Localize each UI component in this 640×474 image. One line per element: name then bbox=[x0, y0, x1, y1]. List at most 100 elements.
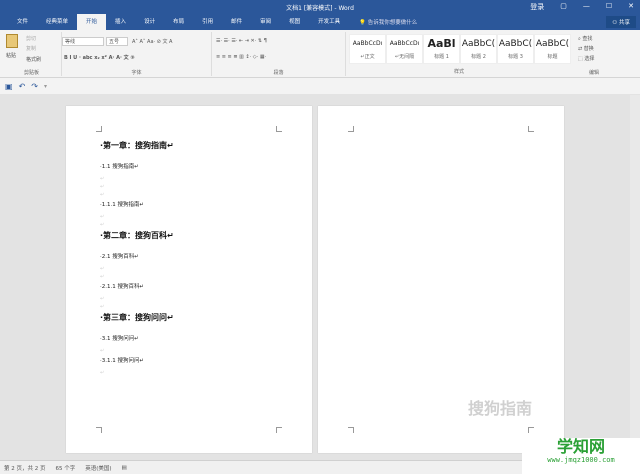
style-preview: AaBbCcDı bbox=[389, 40, 420, 47]
customize-icon[interactable]: ▾ bbox=[44, 83, 47, 90]
clipboard-label: 剪贴板 bbox=[23, 70, 39, 76]
login-link[interactable]: 登录 bbox=[530, 2, 544, 12]
font-name-select[interactable]: 等线 bbox=[62, 37, 104, 46]
title-bar: 文档1 [兼容模式] - Word 登录 ▢ — ☐ ✕ bbox=[0, 0, 640, 14]
empty-paragraph: ↵ bbox=[100, 184, 105, 190]
heading-2: ·3.1.1 搜狗问问↵ bbox=[100, 358, 145, 364]
tab-5[interactable]: 布局 bbox=[164, 14, 193, 30]
empty-paragraph: ↵ bbox=[100, 296, 105, 302]
select-label: 选择 bbox=[584, 56, 595, 62]
tell-me-search[interactable]: 💡 告诉我你想要做什么 bbox=[359, 18, 417, 26]
copy-button[interactable]: 复制 bbox=[26, 45, 36, 52]
font-size-value: 五号 bbox=[109, 39, 120, 45]
tab-9[interactable]: 视图 bbox=[280, 14, 309, 30]
heading-2: ·2.1.1 搜狗百科↵ bbox=[100, 284, 145, 290]
tab-10[interactable]: 开发工具 bbox=[309, 14, 349, 30]
find-label: 查找 bbox=[582, 36, 593, 42]
tab-8[interactable]: 审阅 bbox=[251, 14, 280, 30]
replace-button[interactable]: ⇄ 替换 bbox=[578, 45, 594, 52]
share-button[interactable]: ⚇ 共享 bbox=[606, 16, 636, 28]
find-button[interactable]: ⌕ 查找 bbox=[578, 35, 592, 42]
style-name: 标题 3 bbox=[508, 54, 523, 60]
vertical-scrollbar[interactable] bbox=[630, 95, 640, 460]
empty-paragraph: ↵ bbox=[100, 370, 105, 376]
empty-paragraph: ↵ bbox=[100, 266, 105, 272]
heading-1: ·第三章：搜狗问问↵ bbox=[100, 313, 174, 322]
tab-1[interactable]: 经典菜单 bbox=[37, 14, 77, 30]
style-preview: AaBbC( bbox=[498, 39, 533, 49]
page-1[interactable]: ·第一章：搜狗指南↵ ·1.1 搜狗指南↵ ↵ ↵ ↵ ·1.1.1 搜狗指南↵ ↵ ↵ ·第二… bbox=[66, 106, 312, 453]
document-body[interactable]: ·第一章：搜狗指南↵ ·1.1 搜狗指南↵ ↵ ↵ ↵ ·1.1.1 搜狗指南↵ ↵ ↵ ·第二… bbox=[100, 140, 282, 378]
heading-2: ·1.1 搜狗指南↵ bbox=[100, 164, 139, 170]
macro-icon[interactable]: ▤ bbox=[122, 465, 127, 471]
tab-7[interactable]: 邮件 bbox=[222, 14, 251, 30]
style-name: ↵无间隔 bbox=[394, 54, 415, 60]
style-item[interactable]: AaBbC(标题 bbox=[534, 34, 571, 64]
paragraph-row1[interactable]: ☰· ☰· ☰· ⇤ ⇥ ✕· ⇅ ¶ bbox=[216, 38, 267, 44]
share-label: 共享 bbox=[618, 20, 630, 26]
ribbon-tabs: 文件 经典菜单 开始 插入 设计 布局 引用 邮件 审阅 视图 开发工具 💡 告诉我你想要做什么 ⚇ … bbox=[0, 14, 640, 30]
font-name-value: 等线 bbox=[65, 39, 76, 45]
cut-button[interactable]: 剪切 bbox=[26, 35, 36, 42]
paragraph-row2[interactable]: ≡ ≡ ≡ ≣ ▥ ↕· ◇· ▦· bbox=[216, 54, 266, 60]
style-name: ↵正文 bbox=[360, 54, 375, 60]
page-count[interactable]: 第 2 页，共 2 页 bbox=[4, 464, 46, 472]
person-icon: ⚇ bbox=[612, 20, 619, 26]
ribbon-display-button[interactable]: ▢ bbox=[560, 2, 567, 12]
font-label: 字体 bbox=[131, 70, 142, 76]
tab-6[interactable]: 引用 bbox=[193, 14, 222, 30]
site-logo: 学知网 www.jmqz1000.com bbox=[522, 438, 640, 474]
style-name: 标题 2 bbox=[471, 54, 486, 60]
minimize-button[interactable]: — bbox=[583, 2, 590, 12]
site-logo-url: www.jmqz1000.com bbox=[547, 456, 615, 464]
style-item[interactable]: AaBl 标题 1 bbox=[423, 34, 460, 64]
style-item[interactable]: AaBbC( 标题 2 bbox=[460, 34, 497, 64]
heading-1: ·第一章：搜狗指南↵ bbox=[100, 141, 174, 150]
style-name: 标题 1 bbox=[434, 54, 449, 60]
paragraph-label: 段落 bbox=[273, 70, 284, 76]
paste-button[interactable]: 粘贴 bbox=[6, 52, 16, 59]
font-format-row[interactable]: B I U · abc x₂ x² A· A· 文 ⑨ bbox=[64, 54, 135, 61]
heading-1: ·第二章：搜狗百科↵ bbox=[100, 231, 174, 240]
paragraph-group: ☰· ☰· ☰· ⇤ ⇥ ✕· ⇅ ¶ ≡ ≡ ≡ ≣ ▥ ↕· ◇· ▦· 段… bbox=[212, 32, 346, 76]
word-count[interactable]: 65 个字 bbox=[56, 464, 76, 472]
styles-label: 样式 bbox=[453, 69, 464, 75]
tab-0[interactable]: 文件 bbox=[8, 14, 37, 30]
replace-label: 替换 bbox=[583, 46, 594, 52]
tab-3[interactable]: 插入 bbox=[106, 14, 135, 30]
clipboard-group: 粘贴 剪切 复制 格式刷 剪贴板 bbox=[2, 32, 62, 76]
tab-4[interactable]: 设计 bbox=[135, 14, 164, 30]
style-preview: AaBbCcDı bbox=[352, 40, 383, 47]
font-size-select[interactable]: 五号 bbox=[106, 37, 128, 46]
watermark: 搜狗指南 bbox=[468, 399, 533, 418]
heading-2: ·2.1 搜狗百科↵ bbox=[100, 254, 139, 260]
language[interactable]: 英语(美国) bbox=[85, 464, 111, 472]
empty-paragraph: ↵ bbox=[100, 222, 105, 228]
save-icon[interactable]: ▣ bbox=[5, 82, 13, 91]
maximize-button[interactable]: ☐ bbox=[606, 2, 612, 12]
empty-paragraph: ↵ bbox=[100, 176, 105, 182]
empty-paragraph: ↵ bbox=[100, 274, 105, 280]
style-item[interactable]: AaBbC( 标题 3 bbox=[497, 34, 534, 64]
font-tools-row[interactable]: A˄ A˅ Aa· ⊘ 文 A bbox=[132, 38, 172, 45]
style-name: 标题 bbox=[547, 54, 558, 60]
empty-paragraph: ↵ bbox=[100, 348, 105, 354]
font-group: 等线 五号 A˄ A˅ Aa· ⊘ 文 A B I U · abc x₂ x² … bbox=[62, 32, 212, 76]
heading-2: ·3.1 搜狗问问↵ bbox=[100, 336, 139, 342]
empty-paragraph: ↵ bbox=[100, 214, 105, 220]
tell-me-text: 告诉我你想要做什么 bbox=[367, 20, 418, 26]
close-button[interactable]: ✕ bbox=[628, 2, 634, 12]
format-painter-button[interactable]: 格式刷 bbox=[26, 56, 41, 63]
undo-icon[interactable]: ↶ bbox=[19, 82, 26, 91]
quick-access-toolbar: ▣ ↶ ↷ ▾ bbox=[0, 78, 640, 94]
style-item[interactable]: AaBbCcDı ↵无间隔 bbox=[386, 34, 423, 64]
site-logo-name: 学知网 bbox=[556, 437, 605, 456]
style-preview: AaBbC( bbox=[461, 39, 496, 49]
editing-group: ⌕ 查找 ⇄ 替换 ⬚ 选择 编辑 bbox=[574, 32, 614, 76]
tab-2[interactable]: 开始 bbox=[77, 14, 107, 30]
style-item[interactable]: AaBbCcDı ↵正文 bbox=[349, 34, 386, 64]
empty-paragraph: ↵ bbox=[100, 304, 105, 310]
select-button[interactable]: ⬚ 选择 bbox=[578, 55, 594, 62]
redo-icon[interactable]: ↷ bbox=[31, 82, 38, 91]
paste-icon bbox=[6, 34, 18, 48]
